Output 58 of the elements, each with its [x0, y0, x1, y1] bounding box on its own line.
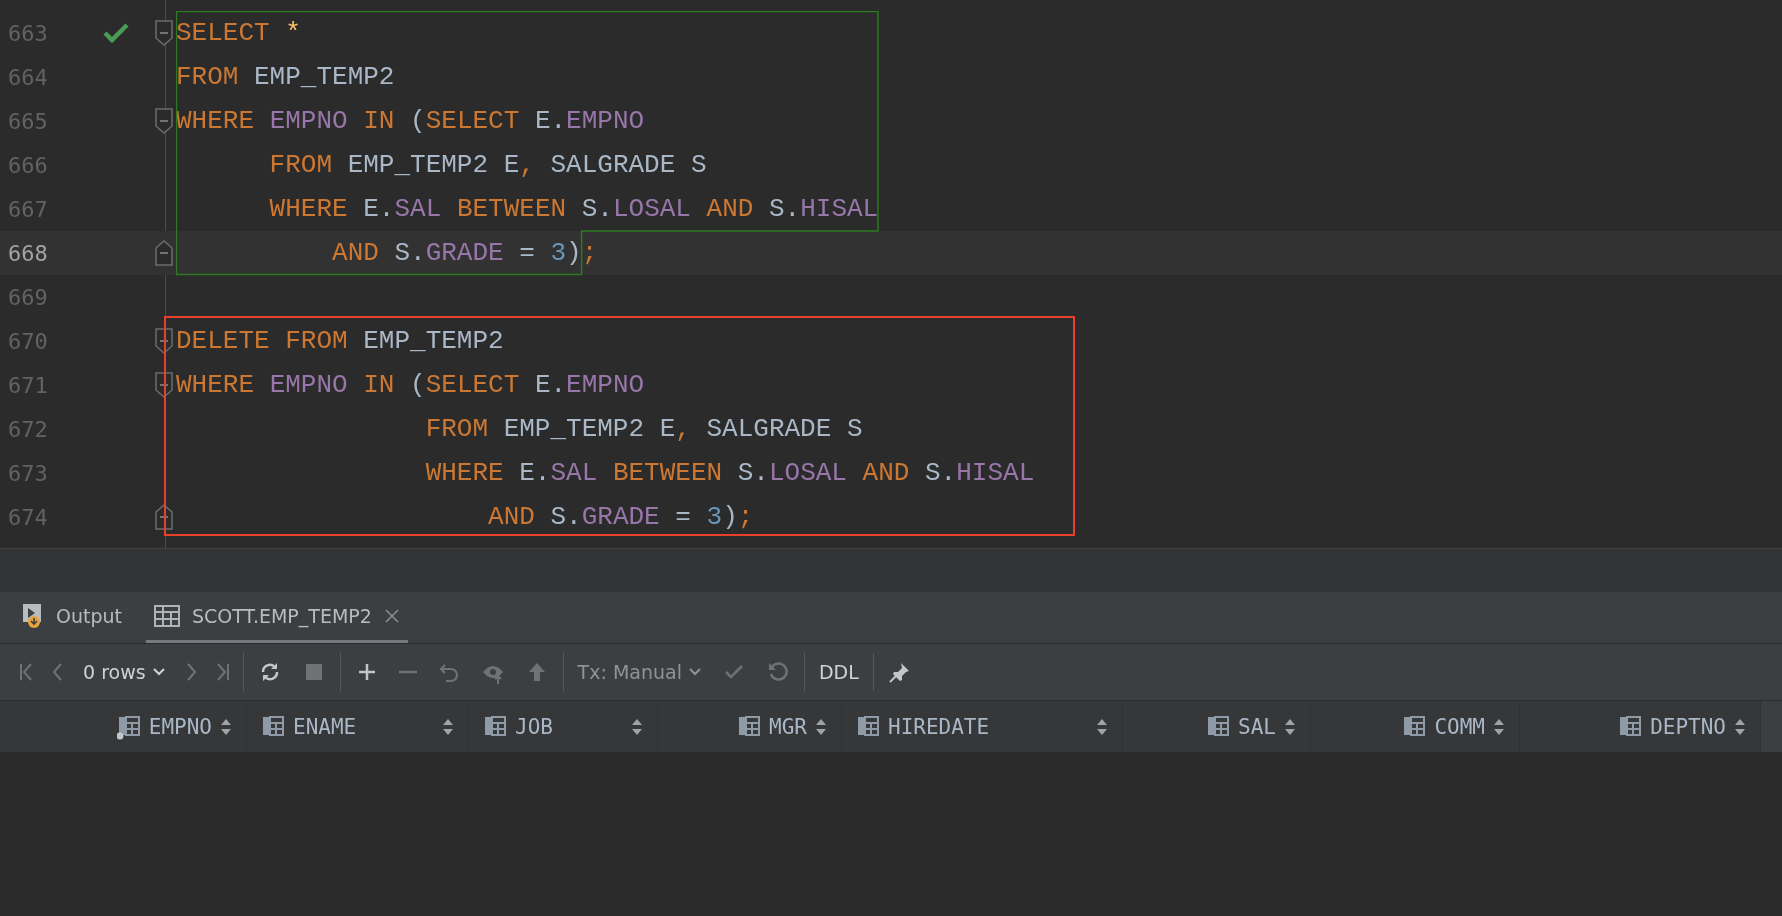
next-icon	[185, 663, 196, 681]
column-header[interactable]: COMM	[1311, 701, 1520, 752]
first-page-icon	[20, 663, 33, 681]
line-number: 663	[7, 20, 49, 46]
previous-icon	[53, 663, 63, 681]
ddl-button[interactable]: DDL	[810, 655, 867, 689]
line-number: 673	[7, 460, 49, 486]
table-icon	[154, 604, 180, 628]
caret-icon	[151, 667, 166, 677]
line-number: 666	[7, 152, 49, 178]
column-name: EMPNO	[148, 714, 212, 739]
code-line: FROM EMP_TEMP2 E, SALGRADE S	[424, 414, 863, 444]
code-line: WHERE E.SAL BETWEEN S.LOSAL AND S.HISAL	[424, 458, 1035, 488]
code-line: AND S.GRADE = 3);	[487, 502, 754, 532]
code-line: WHERE E.SAL BETWEEN S.LOSAL AND S.HISAL	[268, 194, 879, 224]
column-name: DEPTNO	[1650, 714, 1726, 739]
tool-tab[interactable]: Output	[14, 592, 130, 643]
column-name: JOB	[515, 714, 553, 739]
remove-icon	[398, 670, 417, 674]
column-header[interactable]: HIREDATE	[842, 701, 1123, 752]
line-number: 667	[7, 196, 49, 222]
fold-marker-icon[interactable]	[155, 240, 173, 266]
column-header[interactable]: JOB	[469, 701, 658, 752]
code-line: WHERE EMPNO IN (SELECT E.EMPNO	[176, 370, 645, 400]
code-line: DELETE FROM EMP_TEMP2	[176, 326, 504, 356]
code-line: AND S.GRADE = 3);	[331, 238, 598, 268]
pin-icon	[887, 660, 912, 684]
line-number: 668	[7, 240, 49, 266]
line-number: 665	[7, 108, 49, 134]
column-header[interactable]: DEPTNO	[1520, 701, 1761, 752]
line-number: 672	[7, 416, 49, 442]
column-name: ENAME	[293, 714, 357, 739]
code-line: FROM EMP_TEMP2 E, SALGRADE S	[268, 150, 707, 180]
tool-tab[interactable]: SCOTT.EMP_TEMP2	[146, 592, 408, 643]
fold-marker-icon[interactable]	[155, 108, 173, 134]
close-icon[interactable]	[383, 608, 400, 624]
dropdown-button[interactable]: 0 rows	[75, 655, 174, 689]
code-line: WHERE EMPNO IN (SELECT E.EMPNO	[176, 106, 645, 136]
column-name: COMM	[1434, 714, 1485, 739]
last-page-icon	[215, 663, 229, 681]
line-number: 670	[7, 328, 49, 354]
code-line: SELECT *	[176, 18, 301, 48]
column-header[interactable]: EMPNO	[0, 701, 247, 752]
code-line: FROM EMP_TEMP2	[176, 62, 395, 92]
fold-marker-icon[interactable]	[155, 20, 173, 46]
column-header[interactable]: ENAME	[247, 701, 469, 752]
table-column-icon	[116, 713, 141, 740]
output-icon	[22, 603, 44, 629]
line-number: 669	[7, 284, 49, 310]
line-number: 674	[7, 504, 49, 530]
column-name: MGR	[769, 714, 807, 739]
line-number: 664	[7, 64, 49, 90]
column-header[interactable]: SAL	[1123, 701, 1311, 752]
column-name: HIREDATE	[888, 714, 990, 739]
column-name: SAL	[1238, 714, 1276, 739]
caret-icon	[687, 667, 702, 677]
line-number: 671	[7, 372, 49, 398]
column-header[interactable]: MGR	[658, 701, 842, 752]
